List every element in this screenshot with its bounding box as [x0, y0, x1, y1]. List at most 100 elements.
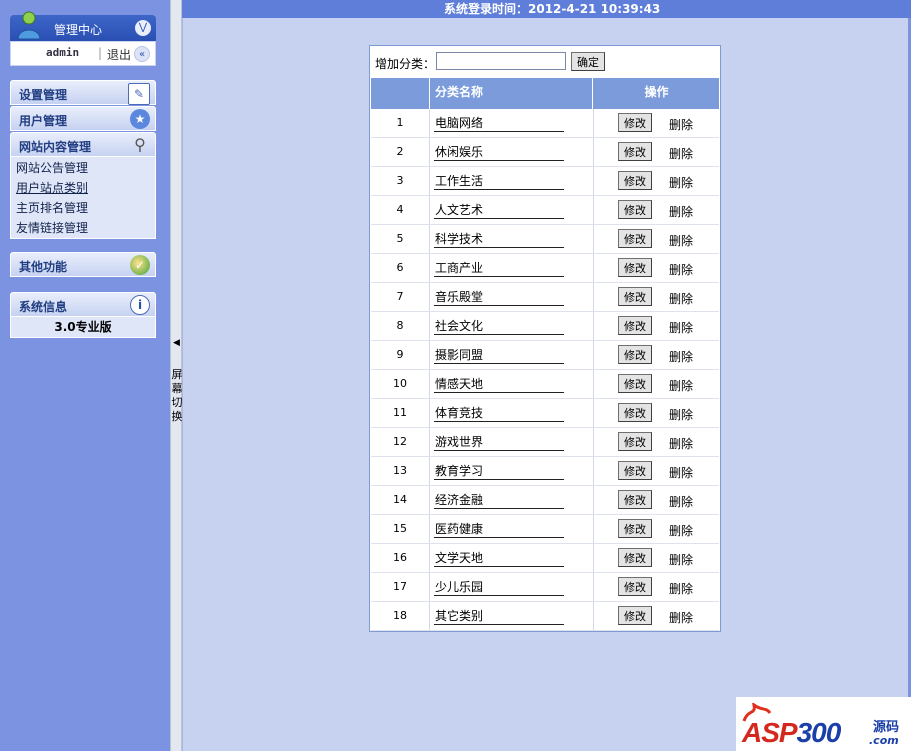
category-name-input[interactable]: [434, 229, 564, 248]
admin-center-header: 管理中心 ⋁: [10, 11, 156, 41]
table-row: 9 修改删除: [371, 341, 719, 370]
name-cell: [430, 138, 594, 166]
category-name-input[interactable]: [434, 461, 564, 480]
category-name-input[interactable]: [434, 171, 564, 190]
delete-link[interactable]: 删除: [669, 290, 693, 307]
table-row: 17 修改删除: [371, 573, 719, 602]
delete-link[interactable]: 删除: [669, 203, 693, 220]
search-icon: ⚲: [134, 135, 146, 154]
category-name-input[interactable]: [434, 142, 564, 161]
delete-link[interactable]: 删除: [669, 261, 693, 278]
modify-button[interactable]: 修改: [618, 403, 652, 422]
content-header[interactable]: 网站内容管理 ⚲: [10, 132, 156, 157]
category-name-input[interactable]: [434, 258, 564, 277]
ops-cell: 修改 删除: [594, 544, 719, 572]
system-header[interactable]: 系统信息 i: [10, 292, 156, 317]
category-name-input[interactable]: [434, 345, 564, 364]
delete-link[interactable]: 删除: [669, 609, 693, 626]
modify-button[interactable]: 修改: [618, 229, 652, 248]
category-name-input[interactable]: [434, 374, 564, 393]
modify-button[interactable]: 修改: [618, 432, 652, 451]
delete-link[interactable]: 删除: [669, 551, 693, 568]
username: admin: [46, 46, 80, 59]
delete-link[interactable]: 删除: [669, 406, 693, 423]
watermark-code: 源码: [873, 720, 900, 735]
add-category-submit-button[interactable]: 确定: [571, 52, 605, 71]
category-name-input[interactable]: [434, 403, 564, 422]
menu-item-announcements[interactable]: 网站公告管理: [11, 158, 155, 178]
delete-link[interactable]: 删除: [669, 493, 693, 510]
modify-button[interactable]: 修改: [618, 490, 652, 509]
delete-link[interactable]: 删除: [669, 232, 693, 249]
system-body: 3.0专业版: [10, 317, 156, 338]
settings-header[interactable]: 设置管理 ✎: [10, 80, 156, 105]
row-number: 1: [371, 109, 430, 137]
row-number: 14: [371, 486, 430, 514]
menu-item-friend-links[interactable]: 友情链接管理: [11, 218, 155, 238]
users-icon: ★: [130, 109, 150, 129]
row-number: 11: [371, 399, 430, 427]
panel-system: 系统信息 i 3.0专业版: [10, 292, 156, 338]
modify-button[interactable]: 修改: [618, 345, 652, 364]
modify-button[interactable]: 修改: [618, 606, 652, 625]
modify-button[interactable]: 修改: [618, 287, 652, 306]
delete-link[interactable]: 删除: [669, 348, 693, 365]
row-number: 9: [371, 341, 430, 369]
modify-button[interactable]: 修改: [618, 374, 652, 393]
delete-link[interactable]: 删除: [669, 145, 693, 162]
delete-link[interactable]: 删除: [669, 116, 693, 133]
modify-button[interactable]: 修改: [618, 548, 652, 567]
category-name-input[interactable]: [434, 432, 564, 451]
modify-button[interactable]: 修改: [618, 142, 652, 161]
double-chevron-down-icon[interactable]: ⋁: [135, 20, 151, 36]
double-chevron-left-icon[interactable]: «: [134, 46, 150, 62]
category-name-input[interactable]: [434, 577, 564, 596]
delete-link[interactable]: 删除: [669, 464, 693, 481]
row-number: 8: [371, 312, 430, 340]
category-name-input[interactable]: [434, 606, 564, 625]
name-cell: [430, 312, 594, 340]
ops-cell: 修改 删除: [594, 486, 719, 514]
table-row: 14 修改删除: [371, 486, 719, 515]
watermark-brand-blue: 300: [796, 717, 842, 748]
category-name-input[interactable]: [434, 287, 564, 306]
modify-button[interactable]: 修改: [618, 316, 652, 335]
category-name-input[interactable]: [434, 548, 564, 567]
add-category-label: 增加分类：: [375, 57, 436, 71]
ops-cell: 修改 删除: [594, 602, 719, 630]
delete-link[interactable]: 删除: [669, 580, 693, 597]
delete-link[interactable]: 删除: [669, 174, 693, 191]
screen-toggle-splitter[interactable]: ◀ 屏 幕 切 换: [170, 0, 183, 751]
users-header[interactable]: 用户管理 ★: [10, 106, 156, 131]
category-name-input[interactable]: [434, 316, 564, 335]
ops-cell: 修改 删除: [594, 196, 719, 224]
triangle-left-icon[interactable]: ◀: [173, 338, 180, 348]
menu-item-homepage-ranking[interactable]: 主页排名管理: [11, 198, 155, 218]
delete-link[interactable]: 删除: [669, 319, 693, 336]
category-name-input[interactable]: [434, 519, 564, 538]
logout-link[interactable]: 退出: [107, 46, 131, 63]
header-name: 分类名称: [430, 78, 593, 109]
delete-link[interactable]: 删除: [669, 377, 693, 394]
modify-button[interactable]: 修改: [618, 200, 652, 219]
table-row: 15 修改删除: [371, 515, 719, 544]
category-name-input[interactable]: [434, 113, 564, 132]
watermark-brand-red: ASP: [742, 717, 798, 748]
modify-button[interactable]: 修改: [618, 258, 652, 277]
delete-link[interactable]: 删除: [669, 435, 693, 452]
ops-cell: 修改 删除: [594, 283, 719, 311]
name-cell: [430, 428, 594, 456]
table-row: 10 修改删除: [371, 370, 719, 399]
category-name-input[interactable]: [434, 490, 564, 509]
menu-item-site-categories[interactable]: 用户站点类别: [11, 178, 155, 198]
other-header[interactable]: 其他功能 ✓: [10, 252, 156, 277]
modify-button[interactable]: 修改: [618, 461, 652, 480]
modify-button[interactable]: 修改: [618, 113, 652, 132]
category-name-input[interactable]: [434, 200, 564, 219]
add-category-input[interactable]: [436, 52, 566, 70]
modify-button[interactable]: 修改: [618, 171, 652, 190]
row-number: 6: [371, 254, 430, 282]
modify-button[interactable]: 修改: [618, 577, 652, 596]
modify-button[interactable]: 修改: [618, 519, 652, 538]
delete-link[interactable]: 删除: [669, 522, 693, 539]
